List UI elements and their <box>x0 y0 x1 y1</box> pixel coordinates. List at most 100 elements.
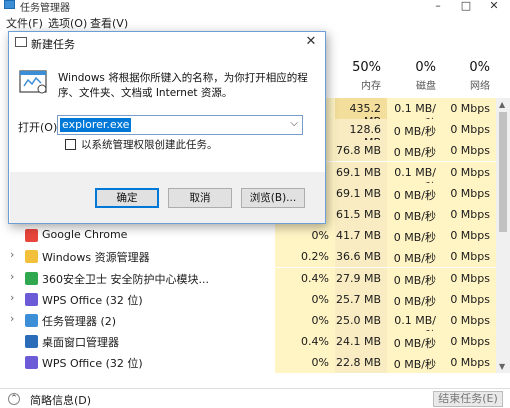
footer: ⌃ 简略信息(D) 结束任务(E) <box>0 388 510 408</box>
network-cell: 0 Mbps <box>442 246 496 268</box>
disk-cell: 0.1 MB/秒 <box>387 310 442 342</box>
scrollbar[interactable]: ▲ ▼ <box>496 98 510 373</box>
cpu-cell: 0.4% <box>275 267 335 289</box>
cpu-cell: 0% <box>275 310 335 331</box>
scroll-down-icon[interactable]: ▼ <box>499 362 505 371</box>
open-label: 打开(O): <box>18 121 61 134</box>
scroll-thumb[interactable] <box>499 112 507 232</box>
disk-cell: 0 MB/秒 <box>387 140 442 162</box>
cancel-button[interactable]: 取消 <box>168 188 232 208</box>
network-cell: 0 Mbps <box>442 182 496 204</box>
disk-percent: 0% <box>415 60 436 75</box>
memory-cell: 24.1 MB <box>335 331 387 353</box>
disk-cell: 0 MB/秒 <box>387 182 442 204</box>
process-row[interactable]: 桌面窗口管理器 0.4% 24.1 MB 0 MB/秒 0 Mbps <box>0 331 496 353</box>
disk-cell: 0.1 MB/秒 <box>387 161 442 194</box>
memory-cell: 27.9 MB <box>335 267 387 289</box>
cpu-cell: 0% <box>275 288 335 310</box>
close-button[interactable]: ✕ <box>480 0 508 14</box>
memory-header[interactable]: 50% 内存 <box>335 52 387 98</box>
disk-cell: 0 MB/秒 <box>387 331 442 353</box>
menu-file[interactable]: 文件(F) <box>6 15 43 31</box>
open-input[interactable]: explorer.exe ⌵ <box>57 115 303 135</box>
memory-percent: 50% <box>352 60 381 75</box>
dwm-icon <box>25 335 38 349</box>
expand-chevron-icon[interactable]: › <box>10 270 14 283</box>
network-cell: 0 Mbps <box>442 204 496 225</box>
task-manager-window: 任务管理器 – □ ✕ 文件(F) 选项(O) 查看(V) 50% 内存 0% … <box>0 0 510 408</box>
process-row[interactable]: Google Chrome 0% 41.7 MB 0 MB/秒 0 Mbps <box>0 225 496 247</box>
network-percent: 0% <box>469 60 490 75</box>
cpu-cell: 0% <box>275 352 335 374</box>
title-bar: 任务管理器 – □ ✕ <box>0 0 510 14</box>
memory-cell: 69.1 MB <box>335 161 387 183</box>
minimize-button[interactable]: – <box>424 0 452 14</box>
scroll-up-icon[interactable]: ▲ <box>499 100 505 109</box>
network-cell: 0 Mbps <box>442 310 496 331</box>
memory-cell: 25.0 MB <box>335 310 387 331</box>
memory-cell: 69.1 MB <box>335 182 387 204</box>
memory-label: 内存 <box>361 81 381 92</box>
fewer-details-link[interactable]: 简略信息(D) <box>30 392 91 408</box>
memory-cell: 76.8 MB <box>335 140 387 162</box>
wps-icon <box>25 356 38 370</box>
process-name: 任务管理器 (2) <box>42 315 117 328</box>
process-name: 360安全卫士 安全防护中心模块... <box>42 272 209 286</box>
network-cell: 0 Mbps <box>442 267 496 289</box>
memory-cell: 41.7 MB <box>335 225 387 247</box>
process-row[interactable]: WPS Office (32 位) 0% 22.8 MB 0 MB/秒 0 Mbps <box>0 352 496 374</box>
admin-checkbox[interactable] <box>65 139 76 150</box>
disk-cell: 0 MB/秒 <box>387 119 442 141</box>
process-row[interactable]: › WPS Office (32 位) 0% 25.7 MB 0 MB/秒 0 Mbps <box>0 288 496 310</box>
360-icon <box>25 271 38 285</box>
menu-options[interactable]: 选项(O) <box>48 15 87 31</box>
network-cell: 0 Mbps <box>442 161 496 183</box>
memory-cell: 22.8 MB <box>335 352 387 374</box>
menu-view[interactable]: 查看(V) <box>90 15 128 31</box>
ok-button[interactable]: 确定 <box>95 188 159 208</box>
admin-checkbox-label[interactable]: 以系统管理权限创建此任务。 <box>81 137 218 152</box>
taskmgr-icon <box>25 314 38 327</box>
window-title: 任务管理器 <box>20 3 70 14</box>
expand-chevron-icon[interactable]: › <box>10 312 14 325</box>
dialog-close-button[interactable]: ✕ <box>301 33 321 51</box>
browse-button[interactable]: 浏览(B)... <box>241 188 305 208</box>
network-cell: 0 Mbps <box>442 288 496 310</box>
network-cell: 0 Mbps <box>442 98 496 119</box>
expand-chevron-icon[interactable]: › <box>10 248 14 261</box>
dialog-description: Windows 将根据你所键入的名称，为你打开相应的程序、文件夹、文档或 Int… <box>58 72 308 99</box>
memory-cell: 25.7 MB <box>335 288 387 310</box>
process-name: WPS Office (32 位) <box>42 357 143 371</box>
process-name: WPS Office (32 位) <box>42 293 143 307</box>
network-cell: 0 Mbps <box>442 331 496 353</box>
process-row[interactable]: › 任务管理器 (2) 0%25.0 MB0.1 MB/秒0 Mbps <box>0 310 496 342</box>
menu-bar: 文件(F) 选项(O) 查看(V) <box>0 14 510 30</box>
run-icon <box>19 70 47 94</box>
disk-cell: 0 MB/秒 <box>387 267 442 289</box>
dialog-title: 新建任务 <box>31 38 75 51</box>
maximize-button[interactable]: □ <box>452 0 480 14</box>
network-header[interactable]: 0% 网络 <box>442 52 496 98</box>
collapse-icon[interactable]: ⌃ <box>8 393 20 405</box>
explorer-icon <box>25 250 38 264</box>
chevron-down-icon[interactable]: ⌵ <box>290 118 298 129</box>
cpu-cell: 0.4% <box>275 331 335 353</box>
memory-cell: 435.2 MB <box>335 98 387 128</box>
network-cell: 0 Mbps <box>442 140 496 162</box>
end-task-button[interactable]: 结束任务(E) <box>433 391 503 407</box>
disk-cell: 0 MB/秒 <box>387 352 442 374</box>
process-row[interactable]: › Windows 资源管理器 0.2% 36.6 MB 0 MB/秒 0 Mbps <box>0 246 496 268</box>
process-name: Google Chrome <box>42 228 128 242</box>
network-cell: 0 Mbps <box>442 352 496 374</box>
process-row[interactable]: › 360安全卫士 安全防护中心模块... 0.4% 27.9 MB 0 MB/秒 0 M… <box>0 267 496 289</box>
cpu-cell: 0.2% <box>275 246 335 268</box>
process-name: 桌面窗口管理器 <box>42 336 119 350</box>
disk-cell: 0 MB/秒 <box>387 246 442 268</box>
run-new-task-dialog: 新建任务 ✕ Windows 将根据你所键入的名称，为你打开相应的程序、文件夹、… <box>8 31 326 224</box>
network-cell: 0 Mbps <box>442 225 496 247</box>
open-input-value[interactable]: explorer.exe <box>60 118 132 132</box>
taskmgr-icon <box>4 0 15 9</box>
disk-header[interactable]: 0% 磁盘 <box>387 52 442 98</box>
expand-chevron-icon[interactable]: › <box>10 291 14 304</box>
memory-cell: 36.6 MB <box>335 246 387 268</box>
